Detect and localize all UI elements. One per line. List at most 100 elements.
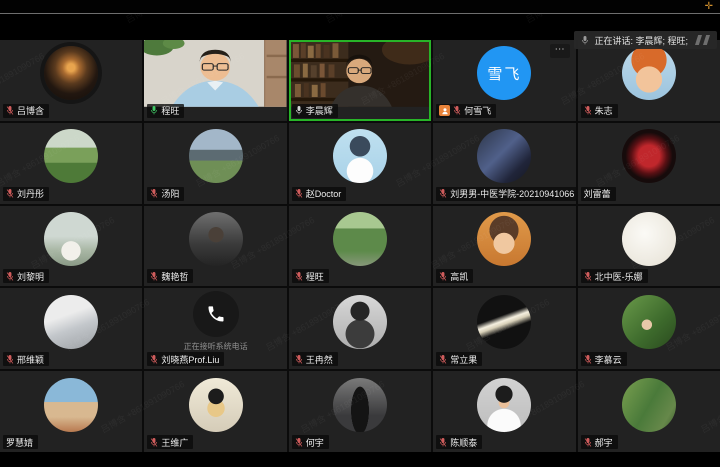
participant-name-label: 吕博含 bbox=[3, 104, 49, 118]
participant-tile[interactable]: 李慕云 bbox=[578, 288, 720, 369]
participant-tile[interactable]: 汤阳 bbox=[144, 123, 286, 204]
participant-name: 李慕云 bbox=[595, 353, 622, 366]
participant-name-label: 常立果 bbox=[436, 352, 482, 366]
participant-tile[interactable]: 雪飞 何雪飞 ⋯ bbox=[433, 40, 575, 121]
participant-name-label: 刘黎明 bbox=[3, 269, 49, 283]
video-feed bbox=[289, 40, 431, 107]
participant-name: 刘男男-中医学院-20210941066 bbox=[450, 187, 574, 200]
participant-tile[interactable]: 刘雷蕾 bbox=[578, 123, 720, 204]
participant-avatar bbox=[333, 129, 387, 183]
phone-icon bbox=[206, 304, 226, 324]
participant-name-label: 刘晓燕Prof.Liu bbox=[147, 352, 224, 366]
participant-name-label: 李慕云 bbox=[581, 352, 627, 366]
participant-name: 朱志 bbox=[595, 104, 613, 117]
avatar-area bbox=[578, 40, 720, 107]
participant-name-label: 刘雷蕾 bbox=[581, 187, 616, 201]
participant-avatar: 雪飞 bbox=[477, 46, 531, 100]
participant-name: 魏艳哲 bbox=[161, 270, 188, 283]
avatar-area bbox=[0, 288, 142, 355]
mic-status-icon bbox=[6, 354, 14, 365]
avatar-area bbox=[578, 288, 720, 355]
participant-name-label: 刘男男-中医学院-20210941066 bbox=[436, 187, 575, 201]
video-feed bbox=[144, 40, 286, 107]
host-badge-icon bbox=[439, 105, 450, 116]
participant-tile[interactable]: 李晨辉 bbox=[289, 40, 431, 121]
mic-status-icon bbox=[150, 105, 158, 116]
participant-name: 赵Doctor bbox=[306, 187, 342, 200]
participant-name: 王冉然 bbox=[306, 353, 333, 366]
participant-tile[interactable]: 正在接听系统电话 刘晓燕Prof.Liu bbox=[144, 288, 286, 369]
participant-name: 何宇 bbox=[306, 436, 324, 449]
participant-name-label: 程旺 bbox=[147, 104, 184, 118]
participant-name: 邢维颖 bbox=[17, 353, 44, 366]
mic-status-icon bbox=[453, 105, 461, 116]
participant-avatar bbox=[44, 129, 98, 183]
participant-name: 汤阳 bbox=[161, 187, 179, 200]
mic-status-icon bbox=[150, 437, 158, 448]
participant-avatar bbox=[189, 129, 243, 183]
participant-tile[interactable]: 郝宇 bbox=[578, 371, 720, 452]
participant-avatar bbox=[622, 46, 676, 100]
participant-tile[interactable]: 吕博含 bbox=[0, 40, 142, 121]
participant-name-label: 李晨辉 bbox=[292, 104, 338, 118]
watermark-logo-icon bbox=[695, 35, 710, 45]
participant-tile[interactable]: 赵Doctor bbox=[289, 123, 431, 204]
participant-name: 吕博含 bbox=[17, 104, 44, 117]
avatar-initials: 雪飞 bbox=[487, 63, 521, 84]
avatar-area bbox=[289, 123, 431, 190]
more-options-button[interactable]: ⋯ bbox=[550, 44, 570, 58]
participant-tile[interactable]: 魏艳哲 bbox=[144, 206, 286, 287]
avatar-area bbox=[0, 123, 142, 190]
mic-status-icon bbox=[439, 271, 447, 282]
participant-name: 罗慧婧 bbox=[6, 436, 33, 449]
mic-status-icon bbox=[584, 354, 592, 365]
avatar-area bbox=[578, 371, 720, 438]
participant-tile[interactable]: 程旺 bbox=[144, 40, 286, 121]
participant-tile[interactable]: 刘丹彤 bbox=[0, 123, 142, 204]
participant-name-label: 高凯 bbox=[436, 269, 473, 283]
mic-status-icon bbox=[295, 105, 303, 116]
avatar-area: 正在接听系统电话 bbox=[144, 288, 286, 355]
participant-tile[interactable]: 罗慧婧 bbox=[0, 371, 142, 452]
mic-status-icon bbox=[295, 437, 303, 448]
participant-avatar bbox=[189, 212, 243, 266]
participant-tile[interactable]: 程旺 bbox=[289, 206, 431, 287]
mic-status-icon bbox=[150, 188, 158, 199]
participant-name-label: 王维广 bbox=[147, 435, 193, 449]
mic-status-icon bbox=[584, 271, 592, 282]
participant-tile[interactable]: 王维广 bbox=[144, 371, 286, 452]
participant-tile[interactable]: 邢维颖 bbox=[0, 288, 142, 369]
participant-tile[interactable]: 朱志 bbox=[578, 40, 720, 121]
participant-name: 刘黎明 bbox=[17, 270, 44, 283]
participant-name-label: 刘丹彤 bbox=[3, 187, 49, 201]
call-status-text: 正在接听系统电话 bbox=[184, 341, 248, 352]
avatar-area bbox=[144, 371, 286, 438]
plus-icon[interactable]: ✛ bbox=[705, 1, 713, 12]
participant-tile[interactable]: 王冉然 bbox=[289, 288, 431, 369]
avatar-area bbox=[0, 206, 142, 273]
participant-tile[interactable]: 何宇 bbox=[289, 371, 431, 452]
participant-tile[interactable]: 陈顺泰 bbox=[433, 371, 575, 452]
avatar-area bbox=[578, 123, 720, 190]
mic-status-icon bbox=[150, 354, 158, 365]
participant-tile[interactable]: 常立果 bbox=[433, 288, 575, 369]
participant-name-label: 程旺 bbox=[292, 269, 329, 283]
participant-tile[interactable]: 刘黎明 bbox=[0, 206, 142, 287]
avatar-area bbox=[0, 40, 142, 107]
participant-tile[interactable]: 高凯 bbox=[433, 206, 575, 287]
participant-avatar bbox=[333, 295, 387, 349]
participant-avatar bbox=[477, 378, 531, 432]
participant-avatar bbox=[193, 291, 239, 337]
avatar-area bbox=[433, 206, 575, 273]
mic-status-icon bbox=[295, 188, 303, 199]
mic-status-icon bbox=[295, 271, 303, 282]
participant-name-label: 魏艳哲 bbox=[147, 269, 193, 283]
avatar-area bbox=[144, 123, 286, 190]
avatar-area bbox=[144, 40, 286, 107]
mic-status-icon bbox=[584, 437, 592, 448]
participant-name: 常立果 bbox=[450, 353, 477, 366]
avatar-area bbox=[433, 288, 575, 355]
avatar-area bbox=[0, 371, 142, 438]
participant-tile[interactable]: 刘男男-中医学院-20210941066 bbox=[433, 123, 575, 204]
participant-tile[interactable]: 北中医-乐娜 bbox=[578, 206, 720, 287]
